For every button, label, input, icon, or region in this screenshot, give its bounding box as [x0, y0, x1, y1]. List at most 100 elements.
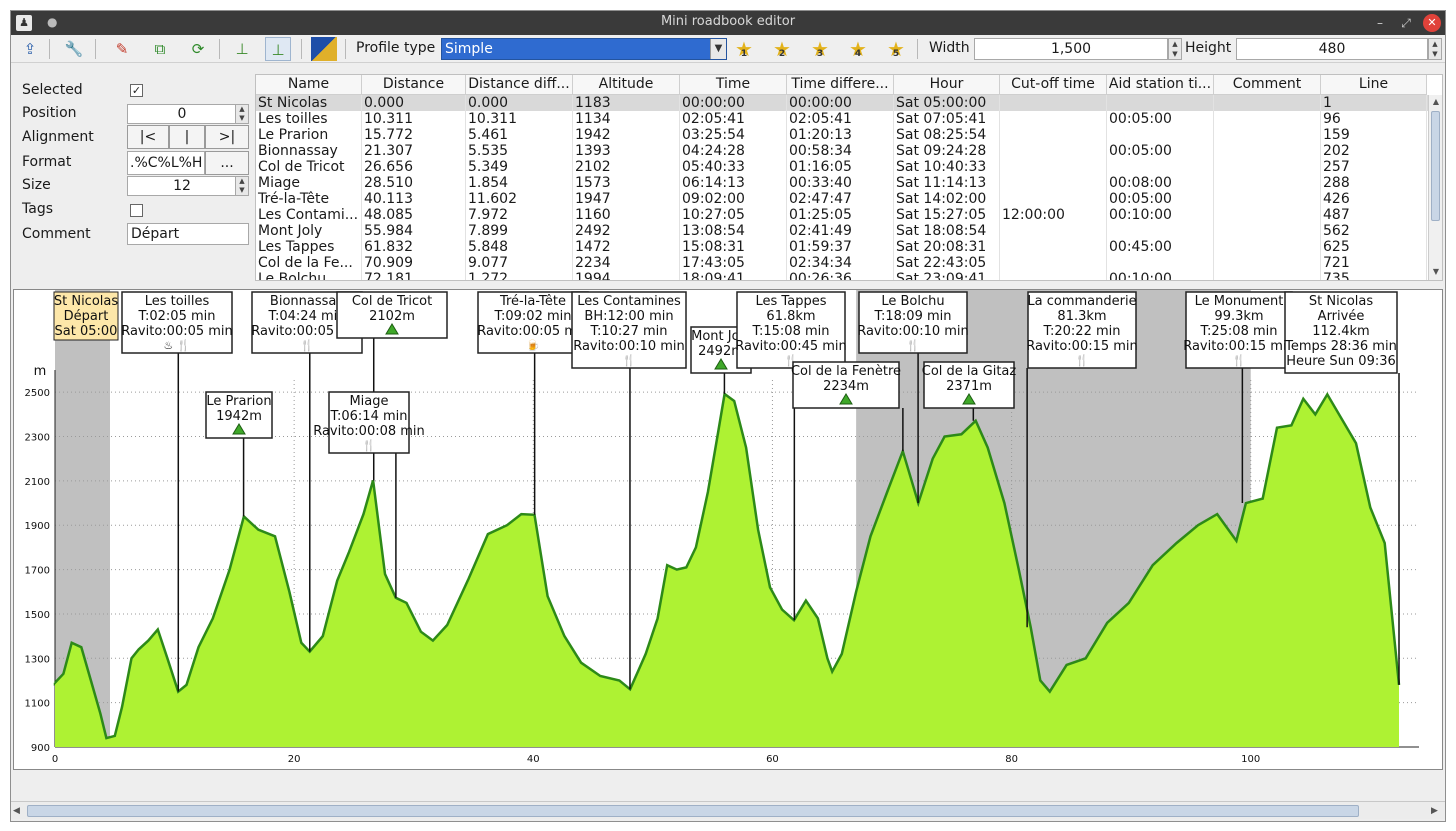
- table-cell[interactable]: Tré-la-Tête: [256, 191, 362, 207]
- table-cell[interactable]: 00:00:00: [680, 95, 787, 111]
- table-cell[interactable]: [1107, 95, 1214, 111]
- table-cell[interactable]: 00:05:00: [1107, 143, 1214, 159]
- table-cell[interactable]: 26.656: [362, 159, 466, 175]
- format-more-button[interactable]: ...: [205, 151, 249, 175]
- table-cell[interactable]: [1000, 239, 1107, 255]
- star-4-icon[interactable]: ★ 4: [847, 39, 869, 61]
- table-cell[interactable]: 00:10:00: [1107, 207, 1214, 223]
- position-spinner[interactable]: ▲ ▼: [235, 104, 249, 124]
- table-cell[interactable]: 15.772: [362, 127, 466, 143]
- table-cell[interactable]: [1000, 143, 1107, 159]
- colors-icon[interactable]: [311, 37, 337, 61]
- table-cell[interactable]: Sat 05:00:00: [894, 95, 1000, 111]
- table-cell[interactable]: 2234: [573, 255, 680, 271]
- table-row[interactable]: Le Prarion 15.772 5.461 1942 03:25:54 01:20:1…: [256, 127, 1428, 143]
- export-icon[interactable]: ⇪: [17, 37, 43, 61]
- table-row[interactable]: Col de la Fe... 70.909 9.077 2234 17:43:05 02…: [256, 255, 1428, 271]
- table-cell[interactable]: 10:27:05: [680, 207, 787, 223]
- table-cell[interactable]: Les toilles: [256, 111, 362, 127]
- table-cell[interactable]: 1: [1321, 95, 1427, 111]
- table-cell[interactable]: 13:08:54: [680, 223, 787, 239]
- table-row[interactable]: Tré-la-Tête 40.113 11.602 1947 09:02:00 02:47…: [256, 191, 1428, 207]
- table-cell[interactable]: 5.535: [466, 143, 573, 159]
- table-cell[interactable]: 735: [1321, 271, 1427, 280]
- height-spinner[interactable]: ▲ ▼: [1428, 38, 1442, 60]
- table-cell[interactable]: 10.311: [466, 111, 573, 127]
- scroll-left-icon[interactable]: ◀: [13, 804, 25, 818]
- table-cell[interactable]: 1.272: [466, 271, 573, 280]
- minimize-icon[interactable]: –: [1371, 14, 1389, 32]
- table-cell[interactable]: Sat 20:08:31: [894, 239, 1000, 255]
- table-cell[interactable]: Les Tappes: [256, 239, 362, 255]
- table-cell[interactable]: [1000, 223, 1107, 239]
- table-cell[interactable]: 257: [1321, 159, 1427, 175]
- table-cell[interactable]: Sat 14:02:00: [894, 191, 1000, 207]
- table-cell[interactable]: [1214, 127, 1321, 143]
- column-header[interactable]: Distance diff...: [466, 75, 573, 95]
- table-cell[interactable]: [1107, 159, 1214, 175]
- table-cell[interactable]: 2102: [573, 159, 680, 175]
- horizontal-scrollbar[interactable]: ◀ ▶: [11, 801, 1445, 819]
- table-cell[interactable]: 48.085: [362, 207, 466, 223]
- table-cell[interactable]: 10.311: [362, 111, 466, 127]
- table-cell[interactable]: 426: [1321, 191, 1427, 207]
- align-right-button[interactable]: >|: [205, 125, 249, 149]
- column-header[interactable]: Comment: [1214, 75, 1321, 95]
- table-row[interactable]: Les Tappes 61.832 5.848 1472 15:08:31 01:59:3…: [256, 239, 1428, 255]
- table-cell[interactable]: [1000, 271, 1107, 280]
- profile-type-select[interactable]: Simple ▼: [441, 38, 727, 60]
- tags-checkbox[interactable]: [130, 204, 143, 217]
- table-cell[interactable]: 5.461: [466, 127, 573, 143]
- table-cell[interactable]: St Nicolas: [256, 95, 362, 111]
- sync-icon[interactable]: ⟳: [185, 37, 211, 61]
- table-cell[interactable]: [1107, 255, 1214, 271]
- table-cell[interactable]: Bionnassay: [256, 143, 362, 159]
- table-cell[interactable]: 02:34:34: [787, 255, 894, 271]
- wrench-icon[interactable]: 🔧: [61, 37, 87, 61]
- table-cell[interactable]: Sat 18:08:54: [894, 223, 1000, 239]
- table-cell[interactable]: 7.899: [466, 223, 573, 239]
- table-cell[interactable]: 7.972: [466, 207, 573, 223]
- table-cell[interactable]: 70.909: [362, 255, 466, 271]
- column-header[interactable]: Cut-off time: [1000, 75, 1107, 95]
- table-cell[interactable]: [1000, 111, 1107, 127]
- table-cell[interactable]: 1947: [573, 191, 680, 207]
- table-cell[interactable]: 1393: [573, 143, 680, 159]
- table-cell[interactable]: 2492: [573, 223, 680, 239]
- table-row[interactable]: Col de Tricot 26.656 5.349 2102 05:40:33 01:1…: [256, 159, 1428, 175]
- table-cell[interactable]: 00:26:36: [787, 271, 894, 280]
- table-cell[interactable]: 288: [1321, 175, 1427, 191]
- table-cell[interactable]: 5.848: [466, 239, 573, 255]
- star-3-icon[interactable]: ★ 3: [809, 39, 831, 61]
- table-cell[interactable]: 00:45:00: [1107, 239, 1214, 255]
- table-cell[interactable]: 02:47:47: [787, 191, 894, 207]
- table-cell[interactable]: 09:02:00: [680, 191, 787, 207]
- pipette-icon[interactable]: ✎: [109, 37, 135, 61]
- table-cell[interactable]: 00:08:00: [1107, 175, 1214, 191]
- table-cell[interactable]: 1134: [573, 111, 680, 127]
- size-input[interactable]: 12: [127, 176, 237, 196]
- marker-tool-icon[interactable]: ⊥: [229, 37, 255, 61]
- table-cell[interactable]: [1000, 95, 1107, 111]
- width-input[interactable]: 1,500: [974, 38, 1168, 60]
- size-spinner[interactable]: ▲ ▼: [235, 176, 249, 196]
- table-cell[interactable]: [1214, 207, 1321, 223]
- table-cell[interactable]: 05:40:33: [680, 159, 787, 175]
- table-cell[interactable]: 04:24:28: [680, 143, 787, 159]
- comment-input[interactable]: Départ: [127, 223, 249, 245]
- height-input[interactable]: 480: [1236, 38, 1428, 60]
- column-header[interactable]: Name: [256, 75, 362, 95]
- table-cell[interactable]: 159: [1321, 127, 1427, 143]
- table-cell[interactable]: 01:16:05: [787, 159, 894, 175]
- table-cell[interactable]: 03:25:54: [680, 127, 787, 143]
- table-cell[interactable]: [1214, 143, 1321, 159]
- table-cell[interactable]: Le Prarion: [256, 127, 362, 143]
- table-cell[interactable]: 5.349: [466, 159, 573, 175]
- table-cell[interactable]: 1472: [573, 239, 680, 255]
- star-2-icon[interactable]: ★ 2: [771, 39, 793, 61]
- table-cell[interactable]: 96: [1321, 111, 1427, 127]
- align-center-button[interactable]: |: [169, 125, 205, 149]
- vertical-scrollbar[interactable]: ▲ ▼: [1428, 95, 1442, 280]
- column-header[interactable]: Time differe...: [787, 75, 894, 95]
- table-cell[interactable]: 12:00:00: [1000, 207, 1107, 223]
